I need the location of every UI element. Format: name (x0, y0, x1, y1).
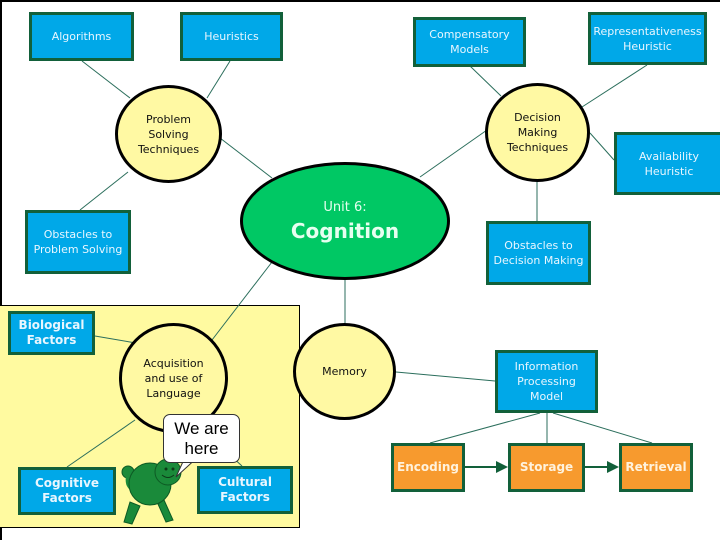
problem-solving-label: Problem Solving Techniques (137, 112, 200, 156)
information-processing-model-node[interactable]: Information Processing Model (495, 350, 598, 413)
obstacles-problem-solving-label: Obstacles to Problem Solving (33, 228, 123, 256)
retrieval-label: Retrieval (625, 460, 687, 474)
information-processing-model-label: Information Processing Model (514, 360, 579, 403)
biological-factors-node[interactable]: Biological Factors (8, 311, 95, 355)
storage-label: Storage (519, 460, 574, 474)
decision-making-label: Decision Making Techniques (506, 111, 569, 154)
obstacles-problem-solving-node[interactable]: Obstacles to Problem Solving (25, 210, 131, 274)
obstacles-decision-making-node[interactable]: Obstacles to Decision Making (486, 221, 591, 285)
connector (206, 60, 231, 99)
connector (81, 60, 131, 99)
obstacles-decision-making-label: Obstacles to Decision Making (493, 239, 584, 267)
representativeness-heuristic-node[interactable]: Representativeness Heuristic (588, 12, 707, 65)
connector (469, 65, 502, 97)
cultural-factors-node[interactable]: Cultural Factors (197, 466, 293, 514)
connector (552, 412, 653, 444)
memory-node[interactable]: Memory (293, 323, 396, 420)
connector (589, 132, 615, 161)
compensatory-models-node[interactable]: Compensatory Models (413, 17, 526, 67)
connector (395, 371, 496, 382)
connector (429, 412, 541, 444)
availability-heuristic-node[interactable]: Availability Heuristic (614, 132, 720, 195)
connector (94, 335, 137, 344)
algorithms-node[interactable]: Algorithms (29, 12, 134, 61)
decision-making-node[interactable]: Decision Making Techniques (485, 83, 590, 182)
availability-heuristic-label: Availability Heuristic (639, 149, 699, 178)
biological-factors-label: Biological Factors (18, 318, 85, 347)
representativeness-heuristic-label: Representativeness Heuristic (593, 24, 702, 53)
heuristics-label: Heuristics (204, 30, 259, 43)
language-label: Acquisition and use of Language (143, 356, 204, 400)
core-subtitle: Unit 6: (323, 199, 367, 215)
encoding-node[interactable]: Encoding (391, 443, 465, 492)
cognitive-factors-label: Cognitive Factors (34, 476, 100, 505)
connector (79, 171, 129, 211)
connector (581, 64, 648, 108)
compensatory-models-label: Compensatory Models (429, 28, 510, 56)
cognition-core-node[interactable]: Unit 6: Cognition (240, 162, 450, 280)
storage-node[interactable]: Storage (508, 443, 585, 492)
heuristics-node[interactable]: Heuristics (180, 12, 283, 61)
connector (219, 137, 273, 179)
memory-label: Memory (322, 365, 367, 378)
core-title: Cognition (290, 218, 400, 243)
connector (419, 129, 488, 178)
cognitive-factors-node[interactable]: Cognitive Factors (18, 467, 116, 515)
problem-solving-node[interactable]: Problem Solving Techniques (115, 85, 222, 183)
encoding-label: Encoding (397, 460, 459, 474)
connector (211, 261, 273, 341)
algorithms-label: Algorithms (51, 30, 112, 43)
cultural-factors-label: Cultural Factors (218, 475, 272, 504)
we-are-here-bubble: We are here (163, 414, 240, 463)
retrieval-node[interactable]: Retrieval (619, 443, 693, 492)
